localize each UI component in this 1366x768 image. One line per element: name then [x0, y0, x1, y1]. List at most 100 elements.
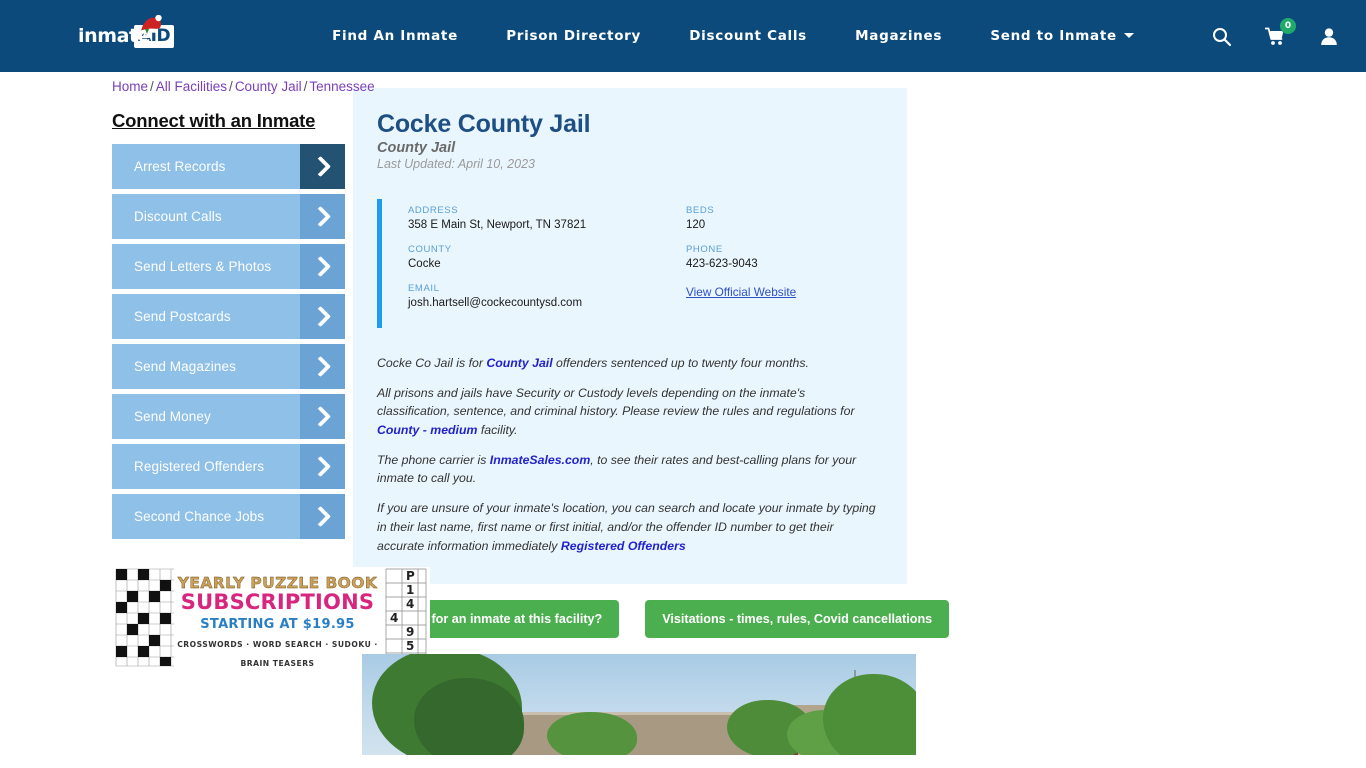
ad-categories: CROSSWORDS · WORD SEARCH · SUDOKU · BRAI… — [177, 640, 378, 668]
chevron-right-icon — [300, 144, 345, 189]
photo-tree — [823, 674, 916, 756]
sidebar-item-label: Send Letters & Photos — [134, 259, 272, 274]
sidebar-item-send-magazines[interactable]: Send Magazines — [112, 344, 345, 389]
chevron-right-icon — [300, 294, 345, 339]
description-paragraph-4: If you are unsure of your inmate's locat… — [377, 499, 879, 555]
sidebar-item-send-postcards[interactable]: Send Postcards — [112, 294, 345, 339]
description-paragraph-1: Cocke Co Jail is for County Jail offende… — [377, 354, 879, 373]
svg-text:1: 1 — [406, 583, 414, 597]
address-label: ADDRESS — [408, 205, 459, 216]
chevron-right-icon — [300, 194, 345, 239]
chevron-right-icon — [300, 494, 345, 539]
address-group: ADDRESS 358 E Main St, Newport, TN 37821 — [408, 205, 686, 231]
puzzle-book-ad-banner[interactable]: YEARLY PUZZLE BOOK SUBSCRIPTIONS STARTIN… — [112, 567, 430, 668]
phone-value: 423-623-9043 — [686, 258, 758, 270]
county-label: COUNTY — [408, 244, 452, 255]
ad-text-block: YEARLY PUZZLE BOOK SUBSCRIPTIONS STARTIN… — [170, 573, 385, 668]
sidebar-item-label: Send Money — [134, 409, 211, 424]
sidebar: Connect with an Inmate Arrest Records Di… — [0, 88, 430, 755]
sidebar-item-label: Registered Offenders — [134, 459, 265, 474]
nav-link-send-to-inmate[interactable]: Send to Inmate — [990, 28, 1134, 44]
chevron-right-icon — [300, 394, 345, 439]
desc-p1-link-county-jail[interactable]: County Jail — [486, 356, 552, 370]
svg-text:9: 9 — [406, 625, 414, 639]
facility-type: County Jail — [377, 140, 456, 156]
main-nav-links: Find An Inmate Prison Directory Discount… — [188, 28, 1188, 44]
breadcrumb-item-county-jail[interactable]: County Jail — [235, 79, 302, 94]
nav-link-find-an-inmate[interactable]: Find An Inmate — [332, 28, 458, 44]
email-group: EMAIL josh.hartsell@cockecountysd.com — [408, 283, 686, 309]
breadcrumb-separator: / — [303, 79, 308, 94]
desc-p1-text-b: offenders sentenced up to twenty four mo… — [552, 356, 809, 370]
breadcrumb-item-home[interactable]: Home — [112, 79, 148, 94]
desc-p2-text-a: All prisons and jails have Security or C… — [377, 385, 855, 419]
facility-details-left-column: ADDRESS 358 E Main St, Newport, TN 37821… — [408, 205, 686, 322]
page-title: Cocke County Jail — [377, 110, 591, 138]
crossword-grid-image — [112, 567, 178, 668]
email-value: josh.hartsell@cockecountysd.com — [408, 297, 583, 309]
facility-info-panel: Cocke County Jail County Jail Last Updat… — [353, 88, 907, 585]
sidebar-item-discount-calls[interactable]: Discount Calls — [112, 194, 345, 239]
sidebar-item-label: Send Magazines — [134, 359, 236, 374]
beds-group: BEDS 120 — [686, 205, 796, 231]
visitations-button[interactable]: Visitations - times, rules, Covid cancel… — [645, 600, 950, 639]
desc-p3-link-inmatesales[interactable]: InmateSales.com — [490, 453, 590, 467]
view-official-website-link[interactable]: View Official Website — [686, 285, 796, 299]
description-paragraph-3: The phone carrier is InmateSales.com, to… — [377, 451, 879, 488]
desc-p4-link-registered-offenders[interactable]: Registered Offenders — [561, 539, 686, 553]
search-icon[interactable] — [1212, 27, 1232, 46]
facility-description: Cocke Co Jail is for County Jail offende… — [377, 354, 879, 555]
sidebar-item-send-letters-photos[interactable]: Send Letters & Photos — [112, 244, 345, 289]
desc-p3-text-a: The phone carrier is — [377, 452, 490, 467]
breadcrumb: Home / All Facilities / County Jail / Tennesse… — [112, 79, 375, 94]
desc-p2-text-b: facility. — [477, 423, 518, 438]
website-group: View Official Website — [686, 283, 796, 301]
facility-details-right-column: BEDS 120 PHONE 423-623-9043 View Officia… — [686, 205, 796, 322]
svg-text:4: 4 — [390, 611, 398, 625]
chevron-right-icon — [300, 344, 345, 389]
desc-p2-link-county-medium[interactable]: County - medium — [377, 423, 477, 437]
facility-details-block: ADDRESS 358 E Main St, Newport, TN 37821… — [377, 199, 879, 328]
user-account-icon[interactable] — [1320, 27, 1338, 46]
cta-button-row: Looking for an inmate at this facility? … — [353, 600, 1004, 639]
ad-subheadline: SUBSCRIPTIONS — [180, 590, 375, 615]
main-content: Cocke County Jail County Jail Last Updat… — [345, 88, 1366, 756]
santa-hat-icon — [140, 15, 162, 34]
photo-tree — [547, 712, 637, 756]
beds-label: BEDS — [686, 205, 715, 216]
chevron-right-icon — [300, 244, 345, 289]
email-label: EMAIL — [408, 283, 440, 294]
svg-text:4: 4 — [406, 597, 414, 611]
sidebar-item-send-money[interactable]: Send Money — [112, 394, 345, 439]
nav-link-discount-calls[interactable]: Discount Calls — [689, 28, 807, 44]
ad-price: STARTING AT $19.95 — [200, 617, 355, 633]
svg-text:P: P — [406, 569, 415, 583]
cart-count-badge: 0 — [1280, 17, 1296, 34]
sidebar-item-label: Send Postcards — [134, 309, 231, 324]
county-group: COUNTY Cocke — [408, 244, 686, 270]
sidebar-item-arrest-records[interactable]: Arrest Records — [112, 144, 345, 189]
sidebar-title: Connect with an Inmate — [112, 110, 316, 131]
description-paragraph-2: All prisons and jails have Security or C… — [377, 384, 879, 440]
shopping-cart-icon[interactable]: 0 — [1264, 17, 1296, 46]
nav-icon-group: 0 — [1188, 17, 1338, 46]
chevron-right-icon — [300, 444, 345, 489]
site-logo[interactable]: inmate AID — [78, 15, 188, 53]
sidebar-item-label: Discount Calls — [134, 209, 222, 224]
beds-value: 120 — [686, 219, 706, 231]
phone-label: PHONE — [686, 244, 723, 255]
county-value: Cocke — [408, 258, 441, 270]
breadcrumb-separator: / — [229, 79, 233, 94]
page-body: Home / All Facilities / County Jail / Tennesse… — [0, 72, 1366, 756]
nav-link-magazines[interactable]: Magazines — [855, 28, 942, 44]
sidebar-item-second-chance-jobs[interactable]: Second Chance Jobs — [112, 494, 345, 539]
sudoku-grid-image: P 1 4 4 9 5 2 — [380, 567, 430, 668]
last-updated-text: Last Updated: April 10, 2023 — [377, 157, 535, 171]
sidebar-item-registered-offenders[interactable]: Registered Offenders — [112, 444, 345, 489]
sidebar-item-label: Second Chance Jobs — [134, 509, 265, 524]
nav-link-prison-directory[interactable]: Prison Directory — [506, 28, 641, 44]
phone-group: PHONE 423-623-9043 — [686, 244, 796, 270]
sidebar-item-label: Arrest Records — [134, 159, 226, 174]
breadcrumb-item-tennessee[interactable]: Tennessee — [309, 79, 374, 94]
breadcrumb-item-all-facilities[interactable]: All Facilities — [156, 79, 227, 94]
